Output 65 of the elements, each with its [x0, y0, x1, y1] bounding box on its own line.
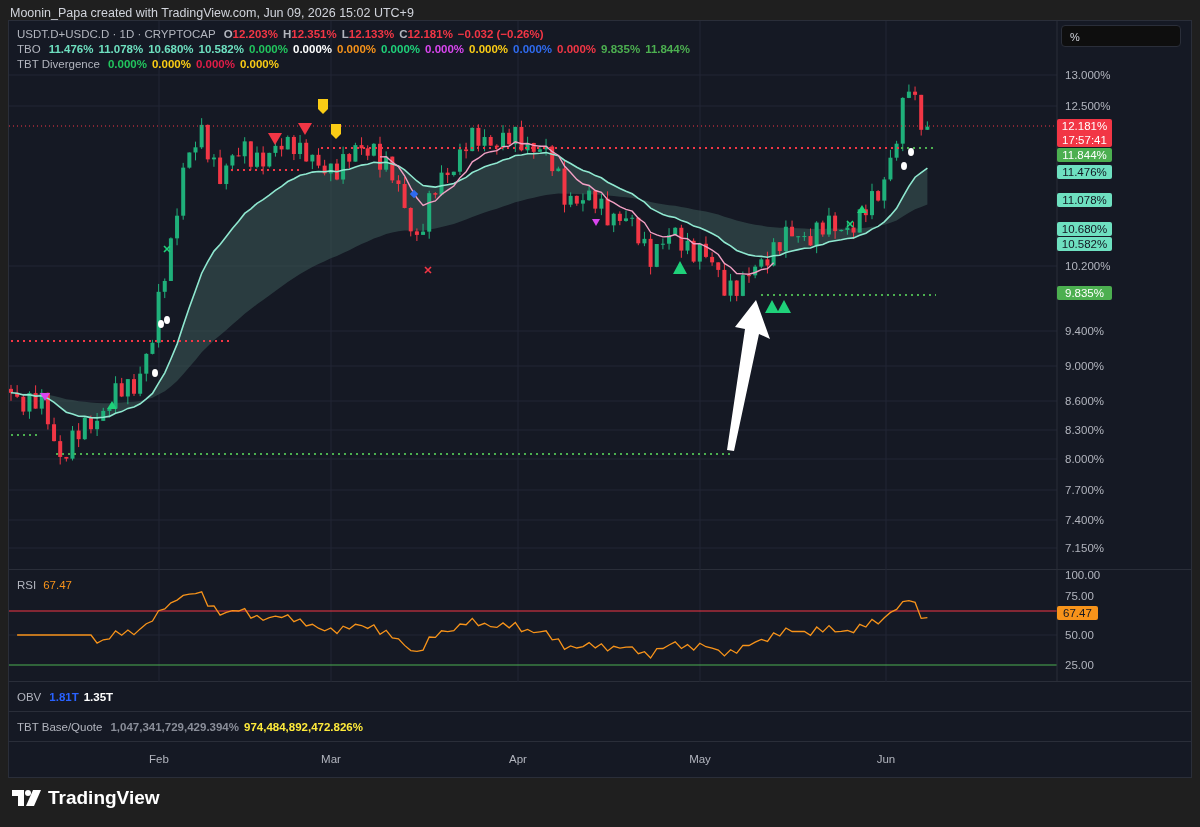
- scale-field[interactable]: %: [1061, 25, 1181, 47]
- legend-value: 11.844%: [645, 42, 690, 57]
- legend-value: 0.000%: [381, 42, 421, 57]
- legend-value: 0.000%: [425, 42, 465, 57]
- legend-title: TBO: [17, 42, 41, 57]
- logo-text: TradingView: [48, 787, 160, 809]
- legend-value: C12.181%: [399, 27, 453, 42]
- price-tag: 10.680%: [1057, 222, 1112, 236]
- price-axis-label: 10.200%: [1065, 260, 1111, 272]
- legend-title: TBT Base/Quote: [17, 720, 103, 733]
- price-axis-label: 7.700%: [1065, 484, 1104, 496]
- legend-value: 0.000%: [195, 57, 235, 72]
- legend-value: 0.000%: [151, 57, 191, 72]
- legend-value: 11.476%: [48, 42, 94, 57]
- legend-value: 10.680%: [148, 42, 194, 57]
- legend-value: 0.000%: [239, 57, 279, 72]
- month-label: Mar: [321, 753, 341, 765]
- legend-value: 0.000%: [513, 42, 553, 57]
- legend-value: H12.351%: [283, 27, 337, 42]
- legend-value: 1.35T: [83, 690, 114, 703]
- price-tag: 9.835%: [1057, 286, 1112, 300]
- price-axis-label: 13.000%: [1065, 69, 1111, 81]
- price-axis-label: 8.000%: [1065, 453, 1104, 465]
- price-axis-label: 9.400%: [1065, 325, 1104, 337]
- price-tag: 10.582%: [1057, 237, 1112, 251]
- chart-caption: Moonin_Papa created with TradingView.com, Jun 09, 2026 15:02 UTC+9: [9, 5, 415, 20]
- rsi-axis-label: 75.00: [1065, 590, 1094, 602]
- price-axis-label: 8.600%: [1065, 395, 1104, 407]
- price-axis-label: 12.500%: [1065, 100, 1111, 112]
- legend-value: 67.47: [43, 579, 72, 591]
- legend-value: 1.81T: [49, 690, 79, 703]
- legend-value: 0.000%: [337, 42, 377, 57]
- price-tag: 11.476%: [1057, 165, 1112, 179]
- price-tag: 11.844%: [1057, 148, 1112, 162]
- legend-value: 1,047,341,729,429.394%: [110, 720, 239, 733]
- price-axis-label: 7.400%: [1065, 514, 1104, 526]
- legend-value: −0.032 (−0.26%): [457, 27, 544, 42]
- legend-title: OBV: [17, 690, 42, 703]
- legend-value: 9.835%: [601, 42, 641, 57]
- price-axis-label: 8.300%: [1065, 424, 1104, 436]
- legend-value: O12.203%: [223, 27, 278, 42]
- legend-value: 10.582%: [198, 42, 244, 57]
- legend-title: RSI: [17, 579, 37, 591]
- legend-value: 11.078%: [98, 42, 144, 57]
- rsi-tag: 67.47: [1057, 606, 1098, 620]
- rsi-axis-label: 25.00: [1065, 659, 1094, 671]
- legend-value: 0.000%: [557, 42, 597, 57]
- legend-value: 0.000%: [469, 42, 509, 57]
- rsi-axis-label: 100.00: [1065, 570, 1101, 581]
- month-label: Jun: [876, 753, 896, 765]
- rsi-axis-label: 50.00: [1065, 629, 1094, 641]
- month-label: Apr: [509, 753, 527, 765]
- legend-value: 0.000%: [107, 57, 147, 72]
- month-label: Feb: [149, 753, 169, 765]
- legend-value: 0.000%: [293, 42, 332, 57]
- legend-value: 0.000%: [249, 42, 288, 57]
- month-label: May: [689, 753, 711, 765]
- legend-value: 974,484,892,472.826%: [244, 720, 363, 733]
- price-tag: 11.078%: [1057, 193, 1112, 207]
- legend-title: USDT.D+USDC.D · 1D · CRYPTOCAP: [17, 27, 216, 42]
- legend-title: TBT Divergence: [17, 57, 100, 72]
- price-tag: 12.181% 17:57:41: [1057, 119, 1112, 147]
- legend-value: L12.133%: [341, 27, 395, 42]
- price-axis-label: 7.150%: [1065, 542, 1104, 554]
- price-axis-label: 9.000%: [1065, 360, 1104, 372]
